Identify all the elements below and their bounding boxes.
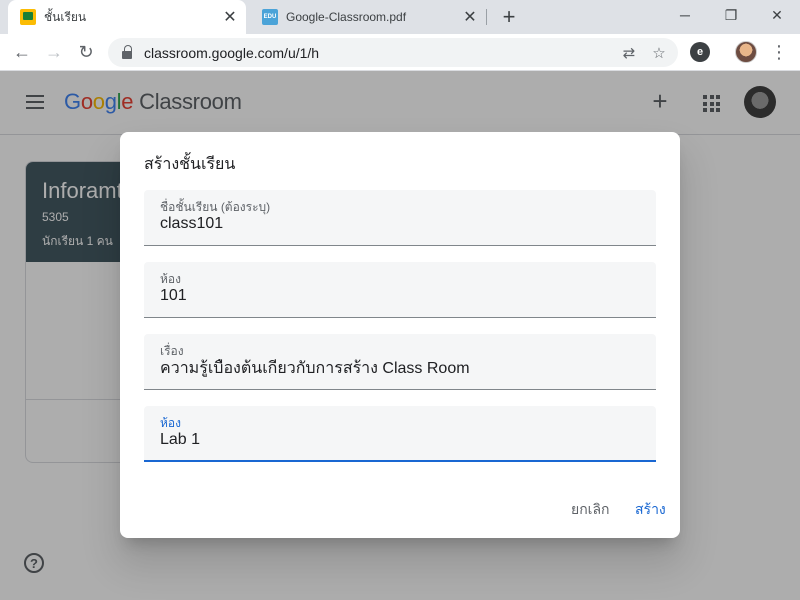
forward-button[interactable]: → <box>42 40 66 64</box>
translate-icon[interactable]: ⇄ <box>618 42 640 64</box>
browser-toolbar: ← → ↻ classroom.google.com/u/1/h ⇄ ☆ e ⋮ <box>0 34 800 71</box>
tab-title: Google-Classroom.pdf <box>286 10 407 24</box>
classroom-favicon-icon <box>20 9 36 25</box>
window-close-button[interactable]: ✕ <box>754 0 800 30</box>
tab-classes[interactable]: ชั้นเรียน ✕ <box>8 0 246 34</box>
browser-menu-icon[interactable]: ⋮ <box>768 41 790 63</box>
reload-button[interactable]: ↻ <box>74 40 98 64</box>
lock-icon <box>122 44 132 59</box>
tab-title: ชั้นเรียน <box>44 9 87 24</box>
close-tab-icon[interactable]: ✕ <box>220 7 240 27</box>
edu-favicon-icon: EDU <box>262 9 278 25</box>
section-field[interactable]: ห้อง <box>144 262 656 318</box>
bookmark-star-icon[interactable]: ☆ <box>648 42 670 64</box>
profile-avatar[interactable] <box>735 41 757 63</box>
dialog-title: สร้างชั้นเรียน <box>144 156 236 173</box>
class-name-field[interactable]: ชื่อชั้นเรียน (ต้องระบุ) <box>144 190 656 246</box>
subject-input[interactable] <box>160 359 640 377</box>
tab-google-classroom-pdf[interactable]: EDU Google-Classroom.pdf ✕ <box>250 0 486 34</box>
subject-field[interactable]: เรื่อง <box>144 334 656 390</box>
section-input[interactable] <box>160 287 640 305</box>
browser-tab-strip: ชั้นเรียน ✕ EDU Google-Classroom.pdf ✕ +… <box>0 0 800 34</box>
url-text[interactable]: classroom.google.com/u/1/h <box>144 45 618 61</box>
back-button[interactable]: ← <box>10 40 34 64</box>
class-name-input[interactable] <box>160 215 640 233</box>
address-bar[interactable]: classroom.google.com/u/1/h ⇄ ☆ <box>108 38 678 67</box>
close-tab-icon[interactable]: ✕ <box>460 7 480 27</box>
room-input[interactable] <box>160 431 640 449</box>
maximize-button[interactable]: ❐ <box>708 0 754 30</box>
room-field[interactable]: ห้อง <box>144 406 656 462</box>
create-class-dialog: สร้างชั้นเรียน ชื่อชั้นเรียน (ต้องระบุ) … <box>120 132 680 538</box>
new-tab-button[interactable]: + <box>497 4 521 29</box>
minimize-button[interactable]: ─ <box>662 0 708 30</box>
create-button[interactable]: สร้าง <box>635 498 666 522</box>
extension-icon[interactable]: e <box>690 42 710 62</box>
cancel-button[interactable]: ยกเลิก <box>571 498 610 522</box>
tab-divider <box>486 9 487 25</box>
